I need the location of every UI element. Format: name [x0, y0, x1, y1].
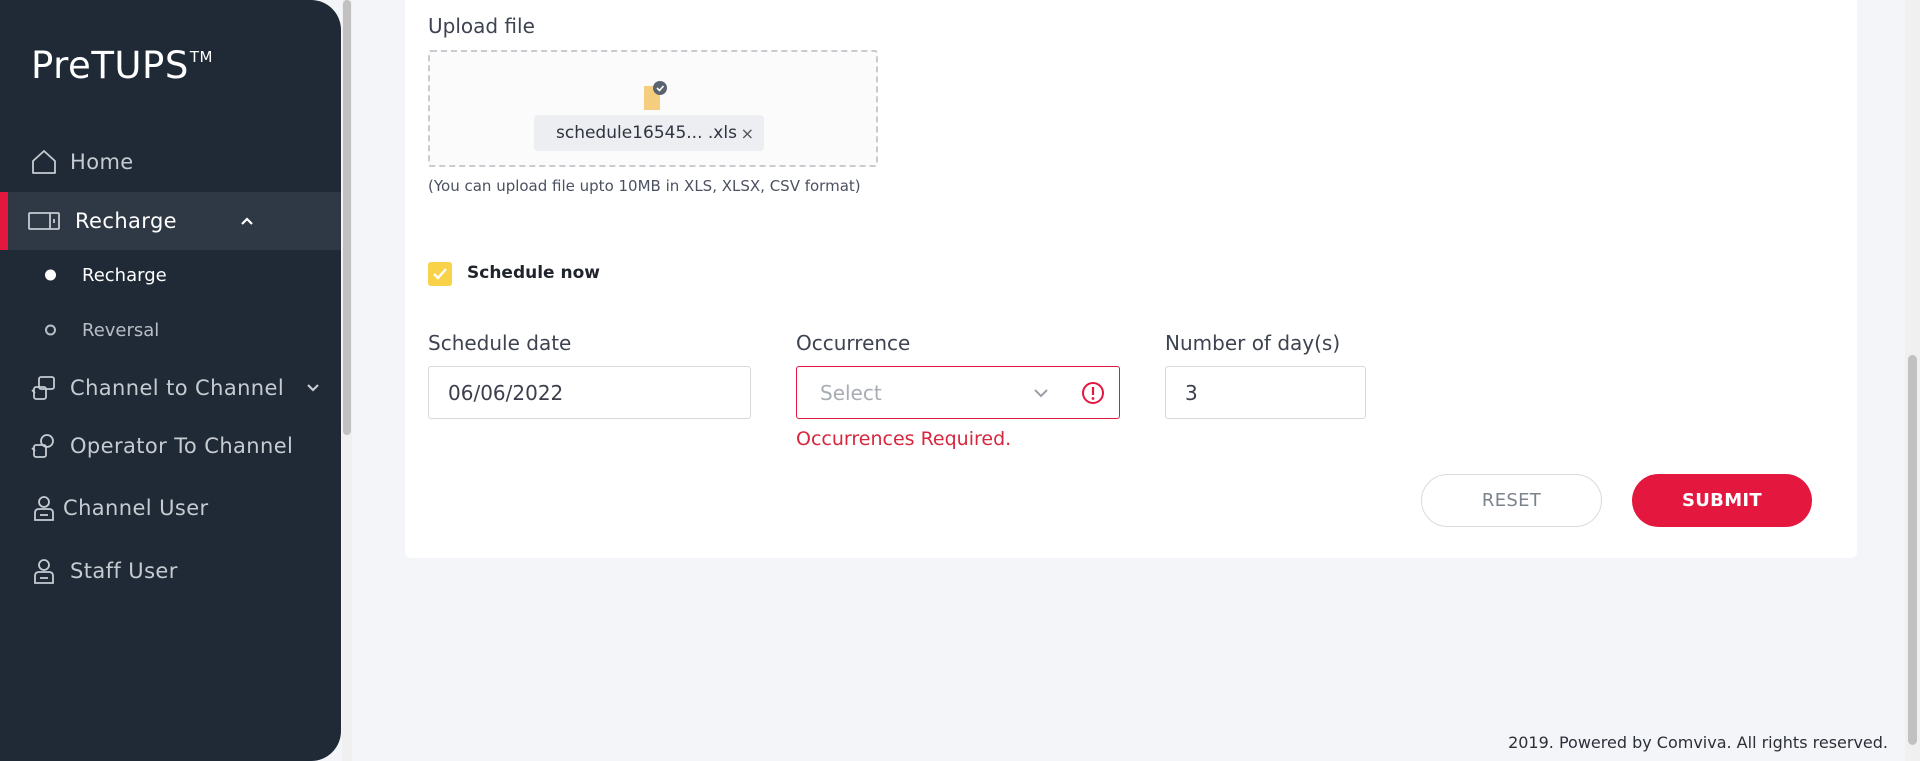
footer-copyright: 2019. Powered by Comviva. All rights res… — [1508, 733, 1888, 752]
number-of-days-value: 3 — [1185, 380, 1198, 405]
uploaded-file-chip: schedule16545... .xls × — [534, 115, 764, 151]
number-of-days-input[interactable]: 3 — [1165, 366, 1366, 419]
home-icon — [28, 146, 60, 178]
chevron-up-icon[interactable] — [235, 209, 259, 233]
error-icon — [1081, 381, 1105, 405]
sidebar-item-channel-user[interactable]: Channel User — [0, 479, 341, 537]
submit-button[interactable]: SUBMIT — [1632, 474, 1812, 527]
user-icon — [28, 555, 60, 587]
chevron-down-icon — [1031, 383, 1051, 403]
sidebar-item-recharge[interactable]: Recharge — [0, 192, 341, 250]
sidebar-subitem-label: Recharge — [82, 264, 167, 286]
sidebar-subitem-label: Reversal — [82, 319, 160, 341]
user-icon — [28, 492, 60, 524]
active-bullet-icon — [45, 269, 56, 281]
upload-hint: (You can upload file upto 10MB in XLS, X… — [428, 177, 861, 195]
recharge-card-icon — [28, 205, 60, 237]
operator-transfer-icon — [28, 430, 60, 462]
sidebar-subitem-reversal[interactable]: Reversal — [0, 310, 341, 350]
sidebar-item-operator-to-channel[interactable]: Operator To Channel — [0, 417, 341, 475]
checkmark-icon — [433, 268, 447, 280]
sidebar-item-label: Channel to Channel — [70, 376, 285, 400]
upload-file-label: Upload file — [428, 14, 535, 38]
file-uploaded-icon — [640, 80, 668, 110]
schedule-now-label: Schedule now — [467, 263, 600, 283]
sidebar-item-label: Channel User — [63, 496, 209, 520]
occurrence-label: Occurrence — [796, 331, 911, 355]
page-scrollbar[interactable] — [1905, 0, 1920, 761]
number-of-days-label: Number of day(s) — [1165, 331, 1341, 355]
brand-name: PreTUPS — [31, 44, 189, 87]
reset-button[interactable]: RESET — [1421, 474, 1602, 527]
sidebar-subitem-recharge[interactable]: Recharge — [0, 255, 341, 295]
sidebar-item-label: Home — [70, 150, 134, 174]
trademark-mark: TM — [189, 48, 213, 66]
scrollbar-thumb[interactable] — [1908, 355, 1917, 745]
reset-button-label: RESET — [1481, 490, 1542, 511]
chevron-down-icon[interactable] — [301, 376, 325, 400]
channel-transfer-icon — [28, 372, 60, 404]
sidebar-item-staff-user[interactable]: Staff User — [0, 542, 341, 600]
uploaded-file-name: schedule16545... .xls — [556, 123, 737, 143]
sidebar-item-home[interactable]: Home — [0, 133, 341, 191]
remove-file-icon[interactable]: × — [741, 124, 754, 143]
bullet-icon — [45, 324, 56, 336]
sidebar-item-label: Operator To Channel — [70, 434, 294, 458]
submit-button-label: SUBMIT — [1682, 490, 1762, 511]
sidebar-item-channel-to-channel[interactable]: Channel to Channel — [0, 359, 341, 417]
sidebar-item-label: Recharge — [75, 209, 178, 233]
schedule-date-value: 06/06/2022 — [448, 380, 564, 405]
schedule-date-input[interactable]: 06/06/2022 — [428, 366, 751, 419]
sidebar-item-label: Staff User — [70, 559, 178, 583]
sidebar: PreTUPSTM Home Recharge Recharge Reversa… — [0, 0, 341, 761]
scrollbar-thumb[interactable] — [343, 0, 351, 435]
occurrence-placeholder: Select — [820, 380, 882, 405]
brand-logo[interactable]: PreTUPSTM — [31, 44, 213, 87]
schedule-now-checkbox[interactable] — [428, 262, 452, 286]
schedule-date-label: Schedule date — [428, 331, 572, 355]
file-dropzone[interactable]: schedule16545... .xls × — [428, 50, 878, 167]
occurrence-select[interactable]: Select — [796, 366, 1120, 419]
occurrence-error-message: Occurrences Required. — [796, 428, 1012, 450]
sidebar-scrollbar[interactable] — [342, 0, 352, 761]
